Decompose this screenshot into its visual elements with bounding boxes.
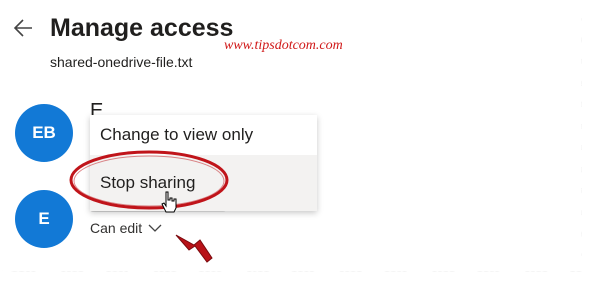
- avatar: EB: [15, 104, 73, 162]
- manage-access-panel: Manage access www.tipsdotcom.com shared-…: [2, 2, 582, 272]
- menu-item-label: Change to view only: [100, 125, 254, 144]
- permission-dropdown[interactable]: Can edit: [90, 220, 162, 236]
- watermark: www.tipsdotcom.com: [224, 38, 343, 53]
- chevron-down-icon: [148, 224, 162, 232]
- avatar-initials: EB: [32, 123, 56, 142]
- permission-label: Can edit: [90, 220, 143, 236]
- menu-item-change-to-view-only[interactable]: Change to view only: [90, 115, 317, 155]
- permission-menu: Change to view only Stop sharing: [90, 115, 317, 211]
- menu-item-label: Stop sharing: [100, 173, 196, 192]
- back-button[interactable]: [10, 14, 38, 42]
- file-name: shared-onedrive-file.txt: [50, 54, 193, 70]
- red-arrow-icon: [175, 234, 213, 263]
- avatar: E: [15, 190, 73, 248]
- page-title: Manage access: [50, 14, 234, 42]
- avatar-initials: E: [38, 209, 50, 228]
- menu-item-stop-sharing[interactable]: Stop sharing: [90, 155, 317, 211]
- arrow-left-icon: [13, 19, 32, 37]
